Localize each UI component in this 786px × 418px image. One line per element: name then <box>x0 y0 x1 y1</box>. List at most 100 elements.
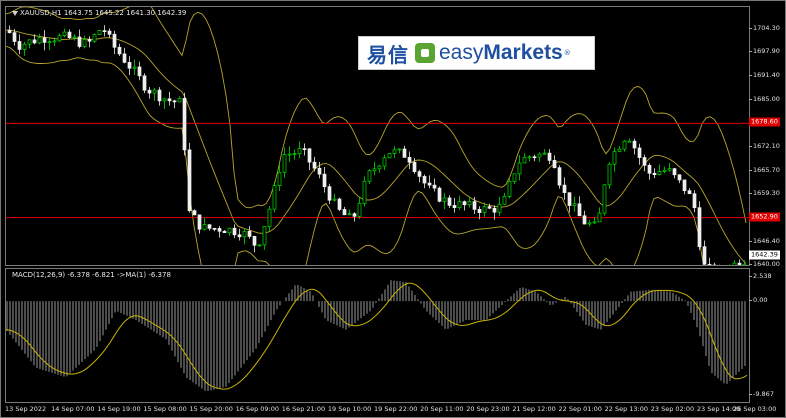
price-axis[interactable]: 1704.30 1697.90 1691.40 1685.00 1678.60 1672.… <box>749 6 785 268</box>
price-tick-label: 1640.00 <box>749 260 780 268</box>
candlestick <box>719 264 720 265</box>
price-tick-label: 1665.70 <box>749 165 780 174</box>
candlestick <box>82 35 87 49</box>
candlestick <box>242 228 247 245</box>
candlestick <box>127 56 132 76</box>
candlestick <box>497 196 502 216</box>
candlestick <box>132 59 137 76</box>
candlestick <box>142 73 147 94</box>
bollinger-lower-band <box>6 45 705 265</box>
candlestick <box>162 98 167 109</box>
candlestick <box>212 227 217 232</box>
candlestick <box>307 148 312 171</box>
candlestick <box>652 168 657 179</box>
candlestick <box>77 29 82 49</box>
candlestick <box>7 25 12 34</box>
candlestick <box>542 149 547 155</box>
candlestick <box>487 203 492 209</box>
candlestick <box>687 188 692 195</box>
candlestick <box>207 224 212 231</box>
price-tick-label: 1691.40 <box>749 71 780 80</box>
candlestick <box>117 43 122 57</box>
candlestick <box>192 209 197 216</box>
candlestick <box>732 260 737 265</box>
candlestick <box>312 156 317 172</box>
macd-signal-line <box>6 282 748 390</box>
time-tick-label: 19 Sep 22:00 <box>374 405 418 413</box>
candlestick <box>392 146 397 158</box>
candlestick <box>282 147 287 178</box>
candlestick <box>397 148 402 154</box>
price-tag-lower-line: 1652.90 <box>749 212 780 222</box>
candlestick <box>17 34 22 55</box>
candlestick <box>557 165 562 189</box>
symbol-info-text: XAUUSD,H1 1643.75 1645.22 1641.30 1642.3… <box>20 9 187 17</box>
time-tick-label: 16 Sep 09:00 <box>235 405 280 413</box>
time-tick-label: 26 Sep 03:00 <box>733 405 777 413</box>
candlestick <box>517 155 522 181</box>
candlestick <box>532 154 537 162</box>
candlestick <box>217 226 222 238</box>
macd-canvas <box>6 280 748 392</box>
candlestick <box>712 262 717 265</box>
macd-indicator-pane[interactable]: MACD(12,26,9) -6.378 -6.821 ->MA(1) -6.3… <box>5 268 750 403</box>
candlestick <box>152 87 157 101</box>
candlestick <box>452 198 457 213</box>
candlestick <box>357 197 362 219</box>
candlestick <box>257 244 262 247</box>
time-tick-label: 20 Sep 11:00 <box>420 405 464 413</box>
candlestick <box>232 224 237 239</box>
candlestick <box>322 167 327 193</box>
candlestick <box>572 196 577 212</box>
candlestick <box>237 228 242 241</box>
candlestick <box>462 200 467 211</box>
candlestick <box>637 143 642 165</box>
candlestick <box>197 214 202 234</box>
candlestick <box>182 92 187 156</box>
candlestick <box>707 257 712 265</box>
candlestick <box>327 183 332 204</box>
time-tick-label: 20 Sep 23:00 <box>466 405 510 413</box>
candlestick <box>567 192 572 213</box>
candlestick <box>167 91 172 106</box>
candlestick <box>22 41 27 56</box>
candlestick <box>457 195 462 210</box>
logo-text-easy: easy <box>439 41 484 64</box>
candlestick <box>729 264 730 265</box>
candlestick <box>302 143 307 156</box>
candlestick <box>47 38 52 51</box>
candlestick <box>107 28 112 38</box>
candlestick <box>67 29 72 39</box>
candlestick <box>42 30 47 51</box>
candlestick <box>92 33 97 44</box>
candlestick <box>582 210 587 225</box>
candlestick <box>427 175 432 189</box>
candlestick <box>607 162 612 189</box>
time-tick-label: 13 Sep 2022 <box>5 405 47 413</box>
candlestick <box>562 177 567 200</box>
price-tick-label: 1697.90 <box>749 47 780 56</box>
candlestick <box>377 164 382 173</box>
price-tick-label: 1659.30 <box>749 189 780 198</box>
macd-info: MACD(12,26,9) -6.378 -6.821 ->MA(1) -6.3… <box>12 271 171 279</box>
candlestick <box>422 174 427 189</box>
candlestick <box>332 193 337 202</box>
candlestick <box>512 173 517 185</box>
candlestick <box>252 235 257 253</box>
time-axis[interactable]: 13 Sep 2022 14 Sep 07:00 14 Sep 19:00 15 Se… <box>5 403 785 417</box>
candlestick <box>157 87 162 106</box>
macd-axis[interactable]: 2.538 0.00 -9.867 <box>748 268 785 403</box>
price-tick-label: 1685.00 <box>749 94 780 103</box>
candlestick <box>317 161 322 179</box>
candlestick <box>367 169 372 185</box>
time-tick-label: 21 Sep 12:00 <box>512 405 556 413</box>
candlestick <box>437 186 442 203</box>
price-tick-label: 1704.30 <box>749 24 780 32</box>
candlestick <box>507 178 512 199</box>
candlestick <box>417 169 422 183</box>
macd-tick-label: 0.00 <box>748 296 768 305</box>
logo-chinese-text: 易信 <box>367 42 409 67</box>
time-tick-label: 14 Sep 19:00 <box>97 405 141 413</box>
candlestick <box>612 147 617 172</box>
candlestick <box>402 145 407 158</box>
